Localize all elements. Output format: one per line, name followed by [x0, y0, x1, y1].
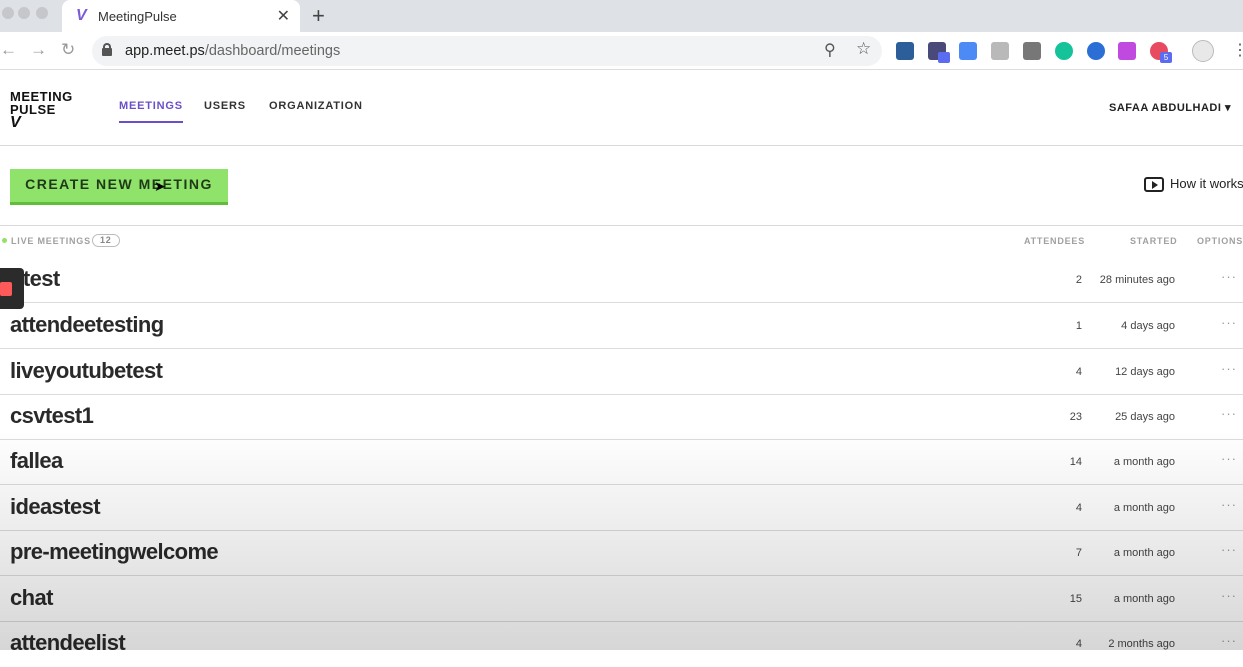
column-options: OPTIONS [1197, 236, 1243, 246]
table-row[interactable]: pre-meetingwelcome 7 a month ago ··· [0, 530, 1243, 576]
tab-title: MeetingPulse [98, 9, 177, 24]
attendee-count: 4 [1075, 638, 1082, 650]
meeting-name[interactable]: liveyoutubetest [10, 358, 163, 384]
window-minimize-button[interactable] [18, 7, 30, 19]
more-options-icon[interactable]: ··· [1221, 633, 1237, 648]
meeting-name[interactable]: ideastest [10, 494, 101, 520]
grammarly-extension-icon[interactable] [1055, 42, 1073, 60]
translate-extension-icon[interactable] [959, 42, 977, 60]
live-meetings-label: LIVE MEETINGS [11, 236, 91, 246]
user-menu[interactable]: SAFAA ABDULHADI ▾ [1109, 101, 1231, 114]
live-meetings-count-badge: 12 [92, 234, 120, 247]
more-options-icon[interactable]: ··· [1221, 406, 1237, 421]
column-started: STARTED [1130, 236, 1178, 246]
started-time: a month ago [1113, 547, 1175, 559]
meetingpulse-favicon-icon: V [76, 7, 87, 24]
meeting-name[interactable]: pre-meetingwelcome [10, 539, 219, 565]
caret-down-icon: ▾ [1224, 102, 1231, 114]
address-bar[interactable]: app.meet.ps/dashboard/meetings ⚲ ☆ [92, 36, 882, 66]
table-row[interactable]: attendeelist 4 2 months ago ··· [0, 621, 1243, 667]
url-text: app.meet.ps/dashboard/meetings [125, 43, 341, 59]
extension-icon-5[interactable] [1023, 42, 1041, 60]
meetings-table-header: LIVE MEETINGS 12 ATTENDEES STARTED OPTIO… [0, 230, 1243, 252]
started-time: 4 days ago [1121, 320, 1175, 332]
started-time: a month ago [1113, 593, 1175, 605]
create-new-meeting-button[interactable]: CREATE NEW MEETING [10, 169, 228, 205]
user-name: SAFAA ABDULHADI [1109, 102, 1222, 114]
table-row[interactable]: fallea 14 a month ago ··· [0, 439, 1243, 485]
table-row[interactable]: csvtest1 23 25 days ago ··· [0, 394, 1243, 440]
more-options-icon[interactable]: ··· [1221, 497, 1237, 512]
started-time: a month ago [1113, 502, 1175, 514]
zoom-icon[interactable]: ⚲ [824, 40, 836, 60]
bookmark-star-icon[interactable]: ☆ [856, 39, 871, 59]
attendee-count: 15 [1069, 593, 1082, 605]
more-options-icon[interactable]: ··· [1221, 588, 1237, 603]
more-options-icon[interactable]: ··· [1221, 361, 1237, 376]
forward-arrow-icon[interactable]: → [30, 40, 47, 60]
column-attendees: ATTENDEES [1024, 236, 1086, 246]
started-time: a month ago [1113, 456, 1175, 468]
browser-menu-icon[interactable]: ⋮ [1232, 40, 1243, 60]
profile-avatar[interactable] [1192, 40, 1214, 62]
attendee-count: 4 [1075, 366, 1082, 378]
nav-organization[interactable]: ORGANIZATION [269, 100, 363, 112]
browser-tab-bar: V MeetingPulse ✕ + [0, 0, 1243, 32]
meeting-name[interactable]: chat [10, 585, 53, 611]
table-row[interactable]: chat 15 a month ago ··· [0, 576, 1243, 622]
table-row[interactable]: ideastest 4 a month ago ··· [0, 485, 1243, 531]
browser-tab[interactable]: V MeetingPulse ✕ [62, 0, 300, 32]
browser-toolbar: ← → ↻ app.meet.ps/dashboard/meetings ⚲ ☆… [0, 32, 1243, 70]
nav-users[interactable]: USERS [204, 100, 246, 112]
table-row[interactable]: liveyoutubetest 4 12 days ago ··· [0, 349, 1243, 395]
mouse-cursor-icon: ➤ [154, 178, 166, 194]
meetings-toolbar: CREATE NEW MEETING ➤ How it works [0, 146, 1243, 226]
meeting-name[interactable]: csvtest1 [10, 403, 94, 429]
meeting-name[interactable]: attendeetesting [10, 312, 164, 338]
attendee-count: 2 [1075, 274, 1082, 286]
tab-close-icon[interactable]: ✕ [277, 6, 290, 26]
extension-icon-1[interactable] [896, 42, 914, 60]
screen-recording-indicator[interactable] [0, 268, 24, 309]
meeting-name[interactable]: attendeelist [10, 630, 126, 656]
meetingpulse-logo[interactable]: MEETING PULSE V [10, 90, 73, 131]
app-header: MEETING PULSE V MEETINGS USERS ORGANIZAT… [0, 70, 1243, 146]
window-close-button[interactable] [2, 7, 14, 19]
extension-count-badge: 5 [1160, 52, 1172, 63]
record-stop-icon [0, 282, 12, 296]
reload-icon[interactable]: ↻ [61, 40, 75, 60]
table-row[interactable]: dtest 2 28 minutes ago ··· [0, 257, 1243, 303]
extension-icon-4[interactable] [991, 42, 1009, 60]
extension-icon-8[interactable] [1118, 42, 1136, 60]
new-tab-button[interactable]: + [312, 3, 325, 29]
nav-meetings[interactable]: MEETINGS [119, 100, 183, 123]
back-arrow-icon[interactable]: ← [0, 40, 17, 60]
attendee-count: 14 [1069, 456, 1082, 468]
window-maximize-button[interactable] [36, 7, 48, 19]
more-options-icon[interactable]: ··· [1221, 269, 1237, 284]
more-options-icon[interactable]: ··· [1221, 315, 1237, 330]
extension-icon-7[interactable] [1087, 42, 1105, 60]
attendee-count: 23 [1069, 411, 1082, 423]
live-status-dot-icon [2, 238, 7, 243]
table-row[interactable]: attendeetesting 1 4 days ago ··· [0, 303, 1243, 349]
more-options-icon[interactable]: ··· [1221, 451, 1237, 466]
video-play-icon [1144, 177, 1164, 193]
started-time: 2 months ago [1108, 638, 1175, 650]
more-options-icon[interactable]: ··· [1221, 542, 1237, 557]
attendee-count: 4 [1075, 502, 1082, 514]
started-time: 25 days ago [1115, 411, 1175, 423]
started-time: 28 minutes ago [1099, 274, 1175, 286]
attendee-count: 7 [1075, 547, 1082, 559]
meeting-name[interactable]: fallea [10, 448, 63, 474]
lock-icon [102, 43, 112, 56]
how-it-works-link[interactable]: How it works [1144, 176, 1243, 193]
logo-check-icon: V [10, 114, 22, 131]
attendee-count: 1 [1075, 320, 1082, 332]
extension-badge [938, 52, 950, 63]
started-time: 12 days ago [1115, 366, 1175, 378]
